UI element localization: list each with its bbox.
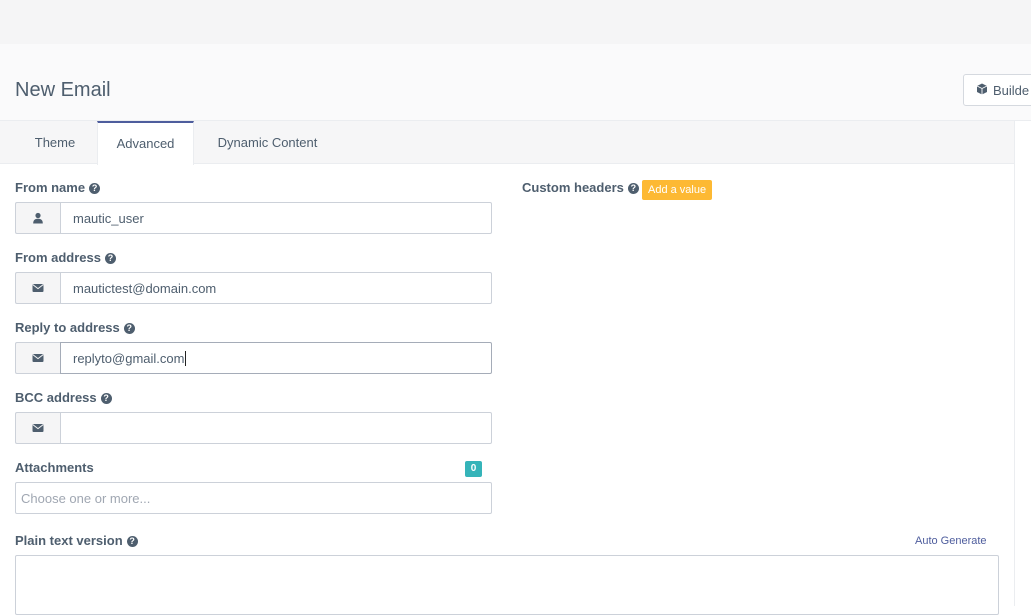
add-value-button[interactable]: Add a value: [642, 180, 713, 200]
tab-theme[interactable]: Theme: [15, 121, 95, 164]
reply-to-input[interactable]: replyto@gmail.com: [60, 342, 492, 374]
reply-to-group: replyto@gmail.com: [15, 342, 492, 374]
envelope-icon: [15, 412, 60, 444]
from-name-label-text: From name: [15, 180, 86, 195]
bcc-label: BCC address ?: [15, 390, 112, 406]
envelope-icon: [15, 272, 60, 304]
from-name-group: mautic_user: [15, 202, 492, 234]
page-title: New Email: [15, 79, 111, 101]
question-circle-icon[interactable]: ?: [627, 182, 639, 194]
from-address-label: From address ?: [15, 250, 116, 266]
builder-button[interactable]: Builde: [963, 74, 1031, 106]
reply-to-label: Reply to address ?: [15, 320, 135, 336]
auto-generate-link[interactable]: Auto Generate: [915, 535, 987, 547]
top-bar: [0, 0, 1031, 44]
question-circle-icon[interactable]: ?: [104, 252, 116, 264]
cube-icon: [976, 83, 988, 98]
attachments-label: Attachments: [15, 460, 94, 476]
builder-label: Builde: [993, 82, 1030, 98]
from-address-input[interactable]: mautictest@domain.com: [60, 272, 492, 304]
panel-divider: [1014, 121, 1015, 606]
question-circle-icon[interactable]: ?: [126, 535, 138, 547]
tab-advanced[interactable]: Advanced: [97, 121, 194, 165]
plain-text-label-text: Plain text version: [15, 533, 123, 548]
custom-headers-label-text: Custom headers: [522, 180, 624, 195]
from-name-label: From name ?: [15, 180, 101, 196]
bcc-label-text: BCC address: [15, 390, 97, 405]
reply-to-value: replyto@gmail.com: [73, 350, 185, 366]
attachments-count-badge: 0: [465, 461, 482, 477]
attachments-label-text: Attachments: [15, 460, 94, 475]
attachments-select[interactable]: Choose one or more...: [15, 482, 492, 514]
plain-text-textarea[interactable]: [15, 555, 999, 615]
text-cursor: [185, 350, 187, 366]
from-name-input[interactable]: mautic_user: [60, 202, 492, 234]
reply-to-label-text: Reply to address: [15, 320, 120, 335]
attachments-placeholder: Choose one or more...: [21, 490, 151, 506]
plain-text-label: Plain text version ?: [15, 533, 138, 549]
tab-dynamic-content[interactable]: Dynamic Content: [200, 121, 335, 164]
from-address-group: mautictest@domain.com: [15, 272, 492, 304]
bcc-group: [15, 412, 492, 444]
bcc-input[interactable]: [60, 412, 492, 444]
custom-headers-label: Custom headers ?: [522, 180, 639, 196]
from-address-label-text: From address: [15, 250, 101, 265]
user-icon: [15, 202, 60, 234]
question-circle-icon[interactable]: ?: [100, 392, 112, 404]
question-circle-icon[interactable]: ?: [123, 322, 135, 334]
question-circle-icon[interactable]: ?: [89, 182, 101, 194]
tab-bar: Theme Advanced Dynamic Content: [0, 121, 1014, 165]
envelope-icon: [15, 342, 60, 374]
page-header: New Email Builde: [0, 44, 1031, 121]
